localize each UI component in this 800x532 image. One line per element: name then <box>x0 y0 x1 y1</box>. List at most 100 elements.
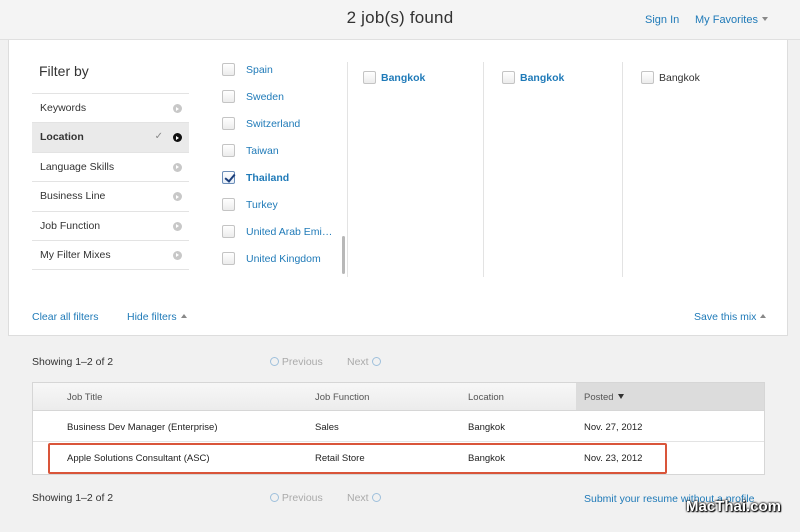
checkbox[interactable] <box>363 71 376 84</box>
chevron-up-icon <box>180 314 187 318</box>
country-option-uae[interactable]: United Arab Emi… <box>222 224 352 251</box>
filter-item-my-filter-mixes[interactable]: My Filter Mixes <box>32 241 189 271</box>
column-divider <box>483 62 484 277</box>
my-favorites-menu[interactable]: My Favorites <box>695 14 768 26</box>
check-icon: ✓ <box>154 131 163 143</box>
previous-button[interactable]: Previous <box>270 356 323 368</box>
filter-item-job-function[interactable]: Job Function <box>32 212 189 241</box>
arrow-right-icon <box>173 250 182 260</box>
save-mix-link[interactable]: Save this mix <box>694 311 767 323</box>
filter-title: Filter by <box>39 63 89 79</box>
filter-menu: Keywords Location ✓ Language Skills Busi… <box>32 93 189 271</box>
country-label: Thailand <box>246 172 290 184</box>
next-label: Next <box>347 492 369 504</box>
posted-cell: Nov. 27, 2012 <box>584 422 643 433</box>
filter-item-location[interactable]: Location ✓ <box>32 123 189 153</box>
table-header: Job Title Job Function Location Posted <box>33 383 764 411</box>
sort-descending-icon <box>617 394 624 399</box>
showing-count: Showing 1–2 of 2 <box>32 356 114 368</box>
checkbox[interactable] <box>222 252 235 265</box>
column-header-job-function[interactable]: Job Function <box>315 392 369 403</box>
filter-item-label: Keywords <box>40 102 87 114</box>
country-option-turkey[interactable]: Turkey <box>222 197 352 224</box>
arrow-right-icon <box>371 493 381 502</box>
filter-item-label: Location <box>40 131 84 144</box>
country-list: Spain Sweden Switzerland Taiwan Thailand… <box>222 62 352 298</box>
arrow-right-icon <box>371 357 381 366</box>
filter-item-label: Language Skills <box>40 160 115 173</box>
country-option-switzerland[interactable]: Switzerland <box>222 116 352 143</box>
location-cell: Bangkok <box>468 422 505 433</box>
city-label: Bangkok <box>381 72 426 84</box>
checkbox[interactable] <box>502 71 515 84</box>
country-label: Spain <box>246 64 273 76</box>
country-option-thailand[interactable]: Thailand <box>222 170 352 197</box>
chevron-up-icon <box>760 314 767 318</box>
country-label: Turkey <box>246 199 278 211</box>
hide-filters-label: Hide filters <box>127 311 177 323</box>
country-label: United Kingdom <box>246 253 321 265</box>
city-option-bangkok[interactable]: Bangkok <box>363 70 425 86</box>
filter-panel: Filter by Keywords Location ✓ Language S… <box>8 40 788 336</box>
posted-label: Posted <box>584 392 614 403</box>
country-option-sweden[interactable]: Sweden <box>222 89 352 116</box>
highlight-annotation-box <box>48 443 667 474</box>
country-label: Switzerland <box>246 118 301 130</box>
hide-filters-link[interactable]: Hide filters <box>127 311 187 323</box>
job-function-cell: Sales <box>315 422 339 433</box>
clear-all-filters-link[interactable]: Clear all filters <box>32 311 99 323</box>
next-label: Next <box>347 356 369 368</box>
checkbox[interactable] <box>222 90 235 103</box>
top-bar: 2 job(s) found Sign In My Favorites <box>0 0 800 40</box>
arrow-left-icon <box>270 357 279 366</box>
previous-label: Previous <box>281 356 323 368</box>
filter-item-business-line[interactable]: Business Line <box>32 182 189 212</box>
next-button-bottom[interactable]: Next <box>347 492 381 504</box>
table-row[interactable]: Business Dev Manager (Enterprise) Sales … <box>33 412 764 442</box>
checkbox[interactable] <box>222 225 235 238</box>
arrow-right-icon <box>173 133 182 143</box>
checkbox-checked[interactable] <box>222 171 235 184</box>
column-divider <box>347 62 348 277</box>
country-label: Sweden <box>246 91 284 103</box>
checkbox[interactable] <box>222 198 235 211</box>
my-favorites-label: My Favorites <box>695 14 758 26</box>
previous-label: Previous <box>281 492 323 504</box>
country-label: United Arab Emi… <box>246 226 333 238</box>
checkbox[interactable] <box>641 71 654 84</box>
arrow-left-icon <box>270 493 279 502</box>
previous-button-bottom[interactable]: Previous <box>270 492 323 504</box>
sign-in-link[interactable]: Sign In <box>645 14 679 26</box>
filter-item-keywords[interactable]: Keywords <box>32 94 189 124</box>
checkbox[interactable] <box>222 144 235 157</box>
filter-item-label: Business Line <box>40 190 106 203</box>
checkbox[interactable] <box>222 63 235 76</box>
city-label: Bangkok <box>659 72 700 84</box>
arrow-right-icon <box>173 162 182 172</box>
filter-item-label: Job Function <box>40 219 101 232</box>
column-header-location[interactable]: Location <box>468 392 504 403</box>
arrow-right-icon <box>173 221 182 231</box>
arrow-right-icon <box>173 104 182 113</box>
country-option-united-kingdom[interactable]: United Kingdom <box>222 251 352 278</box>
job-title-cell[interactable]: Business Dev Manager (Enterprise) <box>67 422 217 433</box>
column-divider <box>622 62 623 277</box>
country-option-spain[interactable]: Spain <box>222 62 352 89</box>
column-header-job-title[interactable]: Job Title <box>67 392 102 403</box>
city-label: Bangkok <box>520 72 565 84</box>
city-option-bangkok[interactable]: Bangkok <box>641 70 700 86</box>
filter-item-language-skills[interactable]: Language Skills <box>32 153 189 183</box>
country-label: Taiwan <box>246 145 279 157</box>
city-option-bangkok[interactable]: Bangkok <box>502 70 564 86</box>
jobs-found-title: 2 job(s) found <box>346 8 454 27</box>
chevron-down-icon <box>761 17 768 21</box>
column-header-posted[interactable]: Posted <box>584 392 624 403</box>
watermark: MacThai.com <box>686 498 782 515</box>
save-mix-label: Save this mix <box>694 311 757 323</box>
next-button[interactable]: Next <box>347 356 381 368</box>
filter-item-label: My Filter Mixes <box>40 248 111 261</box>
country-option-taiwan[interactable]: Taiwan <box>222 143 352 170</box>
arrow-right-icon <box>173 192 182 202</box>
country-list-scrollbar[interactable] <box>342 236 345 274</box>
checkbox[interactable] <box>222 117 235 130</box>
